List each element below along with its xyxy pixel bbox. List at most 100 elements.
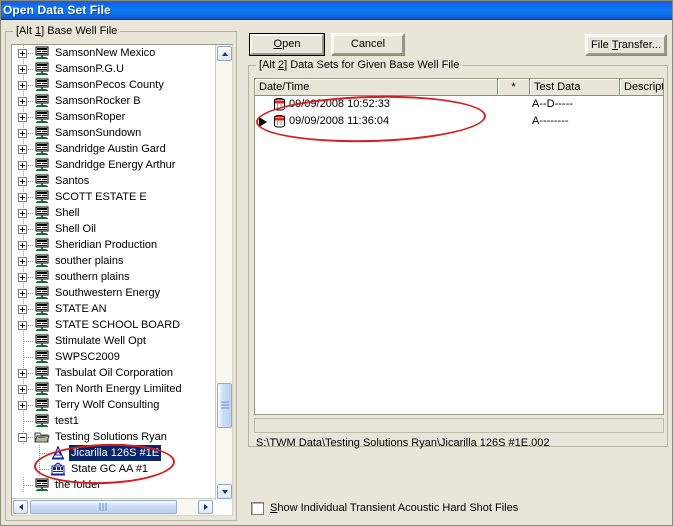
open-button[interactable]: Open [249, 33, 325, 56]
tree-item[interactable]: southern plains [12, 269, 215, 285]
show-hard-shot-files-label: Show Individual Transient Acoustic Hard … [270, 502, 519, 514]
column-header-date-time[interactable]: Date/Time [255, 79, 498, 95]
expand-node-button[interactable] [18, 145, 27, 154]
tree-item[interactable]: test1 [12, 413, 215, 429]
scroll-right-button[interactable] [198, 500, 213, 514]
tree-item-label: southern plains [55, 271, 130, 283]
expand-node-button[interactable] [18, 305, 27, 314]
window-title: Open Data Set File [3, 3, 111, 17]
expand-node-button[interactable] [18, 273, 27, 282]
expand-node-button[interactable] [18, 401, 27, 410]
expand-node-button[interactable] [18, 241, 27, 250]
collapse-node-button[interactable] [18, 433, 27, 442]
data-sets-grid-body[interactable]: 09/09/2008 10:52:33 A--D----- 09/09/2008 1… [255, 96, 663, 130]
tree-item[interactable]: Stimulate Well Opt [12, 333, 215, 349]
cancel-button[interactable]: Cancel [331, 33, 405, 56]
expand-node-button[interactable] [18, 49, 27, 58]
well-file-icon [34, 286, 50, 300]
expand-node-button[interactable] [18, 81, 27, 90]
tree-connector-line [24, 485, 34, 486]
tree-item[interactable]: SCOTT ESTATE E [12, 189, 215, 205]
tree-item-label: Southwestern Energy [55, 287, 161, 299]
tree-item-label: Terry Wolf Consulting [55, 399, 160, 411]
table-row[interactable]: 09/09/2008 11:36:04 A-------- [255, 113, 663, 130]
well-rig-icon [50, 462, 66, 476]
open-button-label: Open [273, 38, 301, 50]
expand-node-button[interactable] [18, 225, 27, 234]
table-row[interactable]: 09/09/2008 10:52:33 A--D----- [255, 96, 663, 113]
tree-item[interactable]: Southwestern Energy [12, 285, 215, 301]
tree-item[interactable]: Sandridge Energy Arthur [12, 157, 215, 173]
tree-connector-line [24, 421, 34, 422]
scroll-left-button[interactable] [13, 500, 28, 514]
tree-item[interactable]: Shell Oil [12, 221, 215, 237]
expand-node-button[interactable] [18, 369, 27, 378]
tree-horizontal-scrollbar[interactable] [12, 498, 215, 515]
tree-vertical-scroll-thumb[interactable] [217, 383, 232, 428]
tree-item[interactable]: the folder [12, 477, 215, 493]
expand-node-button[interactable] [18, 209, 27, 218]
tree-item[interactable]: Shell [12, 205, 215, 221]
tree-vertical-scrollbar[interactable] [215, 45, 232, 500]
scroll-up-button[interactable] [217, 46, 232, 61]
show-hard-shot-files-row[interactable]: Show Individual Transient Acoustic Hard … [251, 500, 518, 516]
expand-node-button[interactable] [18, 113, 27, 122]
data-sets-grid[interactable]: Date/Time*Test DataDescription 09/09/200… [254, 78, 664, 415]
tree-item-label: SamsonPecos County [55, 79, 164, 91]
expand-node-button[interactable] [18, 161, 27, 170]
tree-item[interactable]: Sandridge Austin Gard [12, 141, 215, 157]
tree-item[interactable]: SamsonSundown [12, 125, 215, 141]
tree-item[interactable]: souther plains [12, 253, 215, 269]
tree-item[interactable]: SamsonP.G.U [12, 61, 215, 77]
tree-item-label: Shell Oil [55, 223, 96, 235]
well-file-icon [34, 398, 50, 412]
tree-item[interactable]: STATE AN [12, 301, 215, 317]
tree-item[interactable]: Santos [12, 173, 215, 189]
tree-item-label: souther plains [55, 255, 124, 267]
tree-item-label: SamsonRoper [55, 111, 126, 123]
scroll-down-button[interactable] [217, 484, 232, 499]
well-file-icon [34, 254, 50, 268]
expand-node-button[interactable] [18, 65, 27, 74]
tree-item[interactable]: Sheridian Production [12, 237, 215, 253]
column-header-test-data[interactable]: Test Data [530, 79, 620, 95]
tree-horizontal-scroll-thumb[interactable] [30, 500, 177, 514]
tree-item[interactable]: Jicarilla 126S #1E [12, 445, 215, 461]
expand-node-button[interactable] [18, 177, 27, 186]
expand-node-button[interactable] [18, 257, 27, 266]
expand-node-button[interactable] [18, 129, 27, 138]
base-well-file-tree[interactable]: SamsonNew Mexico SamsonP.G.U SamsonPecos C… [11, 44, 233, 516]
tree-item-label: test1 [55, 415, 79, 427]
expand-node-button[interactable] [18, 321, 27, 330]
tree-item-label: Ten North Energy Limiited [55, 383, 182, 395]
tree-item[interactable]: Terry Wolf Consulting [12, 397, 215, 413]
file-transfer-button[interactable]: File Transfer... [585, 34, 667, 56]
base-well-file-group-label: [Alt 1] Base Well File [13, 25, 121, 37]
column-header-star[interactable]: * [498, 79, 530, 95]
show-hard-shot-files-checkbox[interactable] [251, 501, 264, 515]
tree-item[interactable]: State GC AA #1 [12, 461, 215, 477]
filter-field[interactable] [254, 418, 664, 433]
tree-item[interactable]: SWPSC2009 [12, 349, 215, 365]
well-file-icon [34, 78, 50, 92]
tree-item[interactable]: Tasbulat Oil Corporation [12, 365, 215, 381]
tree-item-label: STATE SCHOOL BOARD [55, 319, 181, 331]
expand-node-button[interactable] [18, 385, 27, 394]
tree-item[interactable]: SamsonRoper [12, 109, 215, 125]
expand-node-button[interactable] [18, 289, 27, 298]
column-header-description[interactable]: Description [620, 79, 663, 95]
expand-node-button[interactable] [18, 97, 27, 106]
tree-item[interactable]: Testing Solutions Ryan [12, 429, 215, 445]
tree-item[interactable]: STATE SCHOOL BOARD [12, 317, 215, 333]
tree-item[interactable]: SamsonPecos County [12, 77, 215, 93]
expand-node-button[interactable] [18, 193, 27, 202]
cell-test-data: A--D----- [532, 98, 573, 110]
tree-scroll-area[interactable]: SamsonNew Mexico SamsonP.G.U SamsonPecos C… [12, 45, 215, 500]
tree-item[interactable]: SamsonNew Mexico [12, 45, 215, 61]
tree-item[interactable]: SamsonRocker B [12, 93, 215, 109]
tree-item-label: the folder [55, 479, 101, 491]
tree-item-label: Stimulate Well Opt [55, 335, 146, 347]
well-file-icon [34, 206, 50, 220]
chevron-left-icon [18, 504, 23, 510]
tree-item[interactable]: Ten North Energy Limiited [12, 381, 215, 397]
